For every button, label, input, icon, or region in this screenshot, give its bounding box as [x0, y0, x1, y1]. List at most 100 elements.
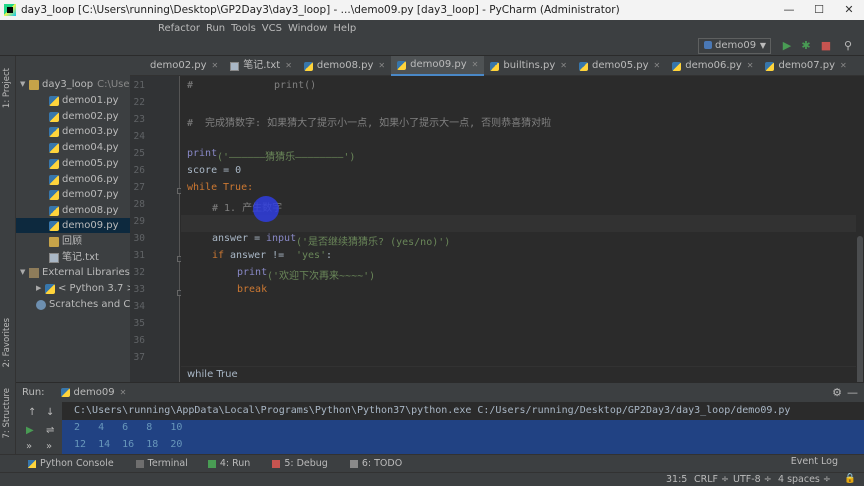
close-tab-icon[interactable]: ✕ — [747, 56, 754, 76]
tree-file-demo05[interactable]: demo05.py — [49, 156, 119, 171]
breadcrumb[interactable]: while True — [181, 366, 856, 382]
close-tab-icon[interactable]: ✕ — [212, 56, 219, 76]
debug-icon — [272, 459, 281, 468]
line-number: 30 — [133, 233, 145, 244]
minimize-button[interactable]: — — [774, 0, 804, 20]
structure-tool-tab[interactable]: 7: Structure — [2, 388, 12, 439]
close-button[interactable]: ✕ — [834, 0, 864, 20]
tree-file-notes[interactable]: 笔记.txt — [49, 250, 99, 265]
tree-file-demo06[interactable]: demo06.py — [49, 172, 119, 187]
run-configuration-select[interactable]: demo09 ▼ — [698, 38, 771, 54]
hide-panel-icon[interactable]: — — [847, 386, 858, 399]
stop-icon[interactable]: ■ — [820, 40, 832, 52]
scroll-down-icon[interactable]: ↓ — [46, 408, 54, 418]
run-tab-demo09[interactable]: demo09 ✕ — [60, 387, 127, 398]
menu-run[interactable]: Run — [206, 23, 225, 34]
close-tab-icon[interactable]: ✕ — [378, 56, 385, 76]
expand-arrow-icon: ▶ — [36, 284, 42, 292]
line-number: 34 — [133, 301, 145, 312]
terminal-tab[interactable]: Terminal — [135, 458, 188, 469]
tree-file-demo09[interactable]: demo09.py — [16, 218, 130, 233]
tab-builtins[interactable]: builtins.py ✕ — [484, 56, 573, 76]
line-number: 21 — [133, 80, 145, 91]
menu-window[interactable]: Window — [288, 23, 327, 34]
play-icon[interactable]: ▶ — [781, 40, 793, 52]
tab-demo08[interactable]: demo08.py ✕ — [298, 56, 391, 76]
close-tab-icon[interactable]: ✕ — [840, 56, 847, 76]
debug-tool-tab[interactable]: 5: Debug — [272, 458, 328, 469]
close-tab-icon[interactable]: ✕ — [285, 56, 292, 76]
python-console-tab[interactable]: Python Console — [28, 458, 114, 469]
python-file-icon — [579, 61, 588, 71]
line-separator[interactable]: CRLF ÷ — [694, 474, 729, 485]
tree-file-demo01[interactable]: demo01.py — [49, 93, 119, 108]
rerun-icon[interactable]: ↑ — [28, 408, 36, 418]
python-file-icon — [49, 126, 59, 137]
tab-demo09[interactable]: demo09.py ✕ — [391, 55, 485, 76]
code-editor[interactable]: # print() # 完成猜数字: 如果猜大了提示小一点, 如果小了提示大一点… — [181, 76, 856, 366]
python-file-icon — [49, 174, 59, 185]
run-console[interactable]: C:\Users\running\AppData\Local\Programs\… — [62, 402, 864, 454]
soft-wrap-icon[interactable]: ⇌ — [46, 426, 54, 436]
tab-label: demo07.py — [778, 60, 835, 71]
event-log-tab[interactable]: Event Log — [791, 456, 838, 467]
favorites-tool-tab[interactable]: 2: Favorites — [2, 318, 12, 367]
tree-file-demo04[interactable]: demo04.py — [49, 140, 119, 155]
project-root-path: C:\Users — [97, 79, 130, 90]
tree-external-libraries[interactable]: ▼ External Libraries — [20, 265, 130, 280]
tree-file-demo08[interactable]: demo08.py — [49, 203, 119, 218]
tab-demo07[interactable]: demo07.py ✕ — [759, 56, 852, 76]
bug-icon[interactable]: ✱ — [800, 40, 812, 52]
menu-tools[interactable]: Tools — [231, 23, 256, 34]
project-tool-tab[interactable]: 1: Project — [2, 68, 12, 108]
folder-icon — [29, 79, 39, 90]
file-label: demo06.py — [62, 174, 119, 185]
tree-folder-review[interactable]: 回顾 — [49, 234, 82, 249]
maximize-button[interactable]: ☐ — [804, 0, 834, 20]
line-number: 33 — [133, 284, 145, 295]
caret-position[interactable]: 31:5 — [666, 474, 687, 485]
project-root[interactable]: ▼ day3_loop C:\Users — [20, 77, 130, 92]
scratches-icon — [36, 299, 46, 310]
close-tab-icon[interactable]: ✕ — [560, 56, 567, 76]
close-tab-icon[interactable]: ✕ — [472, 55, 479, 75]
indent-setting[interactable]: 4 spaces ÷ — [778, 474, 831, 485]
code-line-27-rest: True: — [217, 182, 254, 193]
lock-icon[interactable]: 🔒 — [844, 473, 856, 484]
code-line-32-fn: print — [237, 267, 268, 278]
play-icon[interactable]: ▶ — [26, 426, 34, 436]
line-number: 31 — [133, 250, 145, 261]
python-sdk-icon — [45, 283, 55, 294]
run-tab-label: demo09 — [73, 387, 115, 398]
menu-refactor[interactable]: Refactor — [158, 23, 200, 34]
run-tool-tab[interactable]: 4: Run — [207, 458, 250, 469]
code-line-27-kw: while — [187, 182, 218, 193]
tab-demo06[interactable]: demo06.py ✕ — [666, 56, 759, 76]
gear-icon[interactable]: ⚙ — [832, 386, 842, 399]
more-icon[interactable]: » — [46, 442, 52, 452]
text-file-icon — [230, 61, 240, 71]
tree-python-sdk[interactable]: ▶ < Python 3.7 > — [36, 281, 130, 296]
editor-tabs: demo02.py ✕ 笔记.txt ✕ demo08.py ✕ demo09.py ✕… — [130, 56, 864, 76]
more-icon[interactable]: » — [26, 442, 32, 452]
terminal-icon — [135, 459, 144, 468]
close-tab-icon[interactable]: ✕ — [120, 388, 127, 397]
file-encoding[interactable]: UTF-8 ÷ — [733, 474, 772, 485]
menu-help[interactable]: Help — [333, 23, 356, 34]
tab-label: Python Console — [40, 458, 114, 469]
tab-notes[interactable]: 笔记.txt ✕ — [224, 56, 298, 76]
editor-scrollbar[interactable] — [856, 76, 864, 432]
tree-file-demo07[interactable]: demo07.py — [49, 187, 119, 202]
close-tab-icon[interactable]: ✕ — [654, 56, 661, 76]
tree-file-demo03[interactable]: demo03.py — [49, 124, 119, 139]
tab-demo02[interactable]: demo02.py ✕ — [130, 56, 224, 76]
code-line-23: # 完成猜数字: 如果猜大了提示小一点, 如果小了提示大一点, 否则恭喜猜对啦 — [187, 118, 552, 129]
tree-scratches[interactable]: Scratches and Con — [36, 297, 130, 312]
chevron-down-icon: ▼ — [759, 41, 766, 50]
menu-vcs[interactable]: VCS — [262, 23, 282, 34]
search-icon[interactable]: ⚲ — [842, 40, 854, 52]
tab-demo05[interactable]: demo05.py ✕ — [573, 56, 666, 76]
todo-tool-tab[interactable]: 6: TODO — [349, 458, 402, 469]
tree-file-demo02[interactable]: demo02.py — [49, 109, 119, 124]
code-line-32-str: ('欢迎下次再来~~~~') — [267, 271, 376, 282]
